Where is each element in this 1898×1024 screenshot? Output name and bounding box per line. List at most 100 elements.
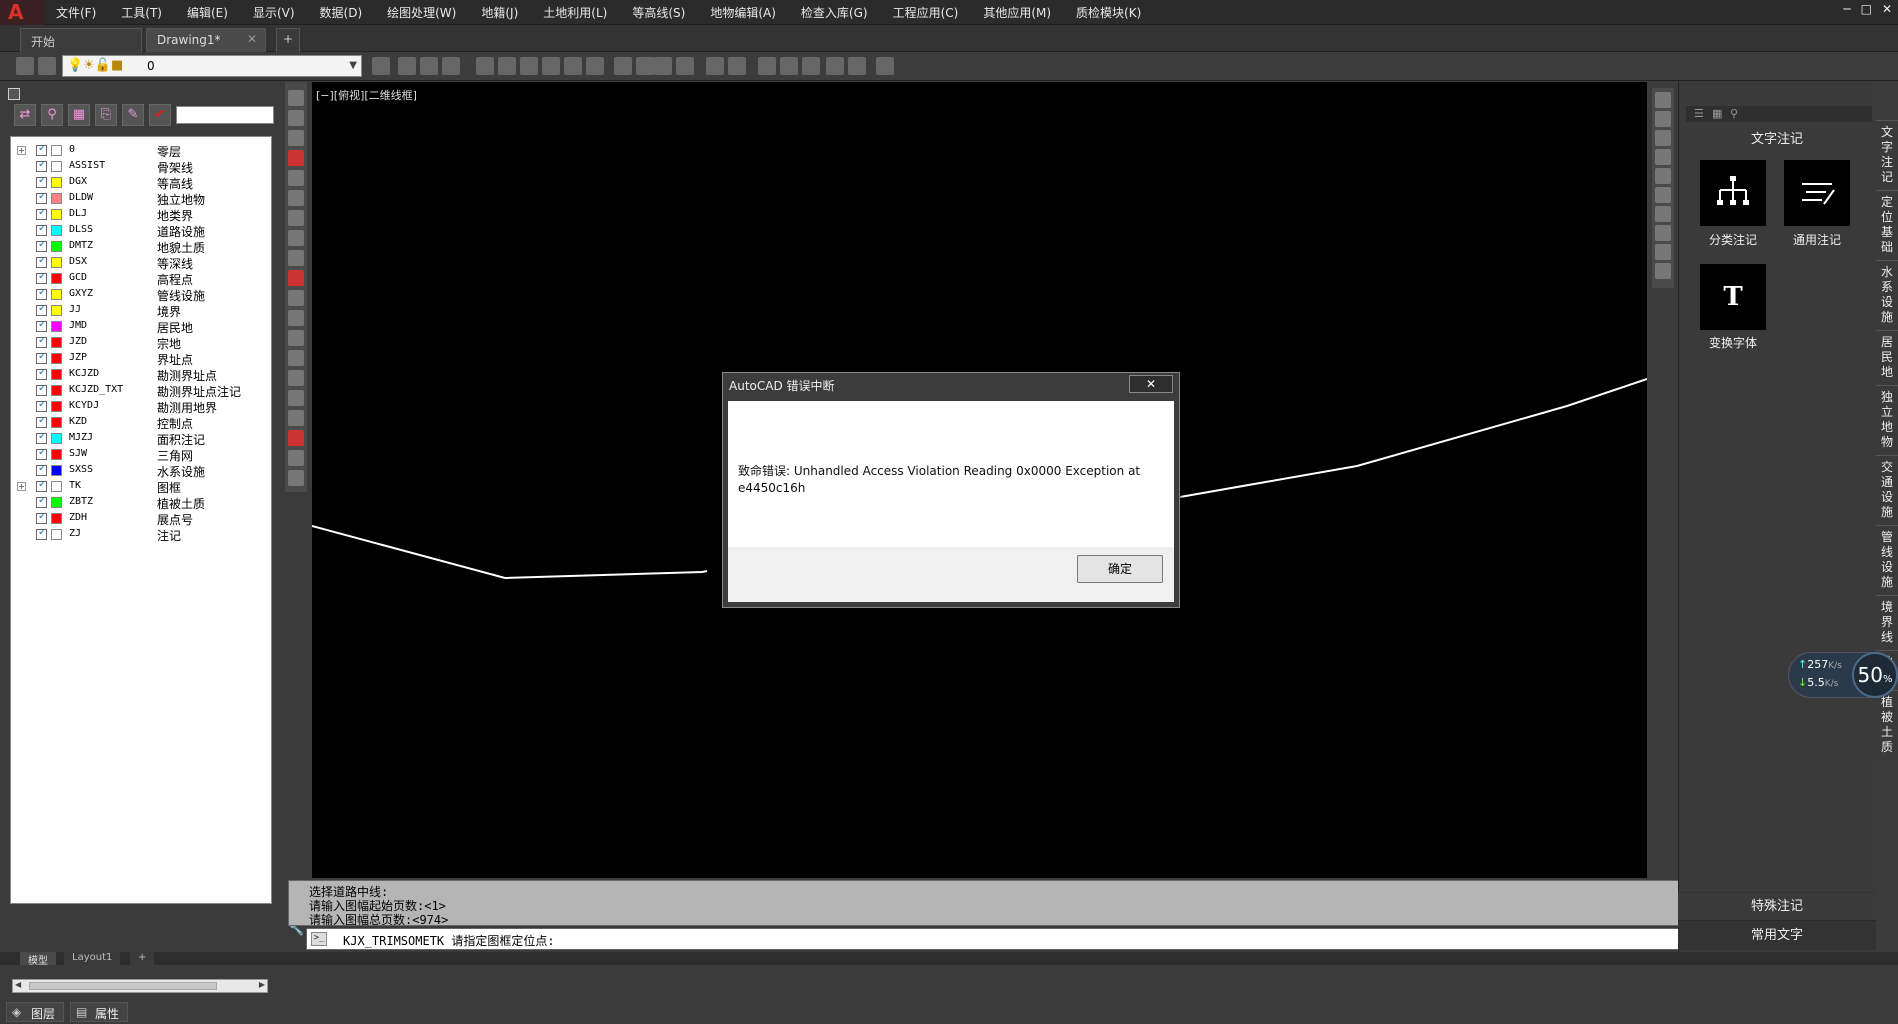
layer-color-swatch[interactable]: [51, 241, 62, 252]
menu-item[interactable]: 检查入库(G): [801, 4, 881, 21]
grid-view-icon[interactable]: ▦: [1712, 107, 1722, 120]
tab-drawing1[interactable]: Drawing1* ✕: [146, 28, 266, 52]
layer-visibility-checkbox[interactable]: [36, 255, 47, 268]
list-view-icon[interactable]: ☰: [1694, 107, 1704, 120]
tab-start[interactable]: 开始: [20, 28, 142, 52]
layer-row[interactable]: SXSS 水系设施: [11, 463, 271, 479]
layer-row[interactable]: MJZJ 面积注记: [11, 431, 271, 447]
menu-item[interactable]: 文件(F): [56, 4, 109, 21]
menu-item[interactable]: 工具(T): [121, 4, 175, 21]
palette-tab[interactable]: 管线设施: [1876, 525, 1898, 590]
layer-visibility-checkbox[interactable]: [36, 303, 47, 316]
layer-row[interactable]: GCD 高程点: [11, 271, 271, 287]
restore-button[interactable]: □: [1861, 2, 1872, 16]
layer-visibility-checkbox[interactable]: [36, 319, 47, 332]
layer-visibility-checkbox[interactable]: [36, 511, 47, 524]
layer-color-swatch[interactable]: [51, 353, 62, 364]
vertical-tool-button[interactable]: [288, 350, 304, 366]
layer-row[interactable]: DSX 等深线: [11, 255, 271, 271]
right-tool-button[interactable]: [1655, 168, 1671, 184]
layer-visibility-checkbox[interactable]: [36, 239, 47, 252]
special-annotation-button[interactable]: 特殊注记: [1678, 892, 1876, 920]
right-tool-button[interactable]: [1655, 111, 1671, 127]
properties-icon[interactable]: [706, 57, 724, 75]
close-window-button[interactable]: ✕: [1882, 2, 1892, 16]
layer-visibility-checkbox[interactable]: [36, 191, 47, 204]
right-tool-button[interactable]: [1655, 225, 1671, 241]
layer-search-input[interactable]: [176, 106, 274, 124]
zoom-window-icon[interactable]: [520, 57, 538, 75]
layer-row[interactable]: KCJZD_TXT 勘测界址点注记: [11, 383, 271, 399]
vertical-tool-button[interactable]: [288, 330, 304, 346]
layer-visibility-checkbox[interactable]: [36, 271, 47, 284]
match-props-icon[interactable]: [372, 57, 390, 75]
zoom-extents-icon[interactable]: [542, 57, 560, 75]
layer-visibility-checkbox[interactable]: [36, 415, 47, 428]
command-input[interactable]: >_ KJX_TRIMSOMETK 请指定图框定位点:: [306, 928, 1680, 950]
design-center-icon[interactable]: [728, 57, 746, 75]
layer-color-swatch[interactable]: [51, 449, 62, 460]
vertical-tool-button[interactable]: [288, 390, 304, 406]
open-icon[interactable]: [420, 57, 438, 75]
pan-icon[interactable]: [476, 57, 494, 75]
layer-edit-icon[interactable]: ✎: [122, 104, 144, 126]
layer-row[interactable]: DMTZ 地貌土质: [11, 239, 271, 255]
layer-visibility-checkbox[interactable]: [36, 431, 47, 444]
layer-row[interactable]: DLDW 独立地物: [11, 191, 271, 207]
app-logo-button[interactable]: A: [0, 0, 44, 25]
measure-icon[interactable]: [758, 57, 776, 75]
layer-visibility-checkbox[interactable]: [36, 287, 47, 300]
layer-visibility-checkbox[interactable]: [36, 447, 47, 460]
layer-manager-icon[interactable]: [16, 57, 34, 75]
layer-visibility-checkbox[interactable]: [36, 399, 47, 412]
add-layout-button[interactable]: +: [130, 952, 155, 965]
menu-item[interactable]: 等高线(S): [632, 4, 698, 21]
copy-icon[interactable]: [802, 57, 820, 75]
tab-properties[interactable]: ▤ 属性: [70, 1002, 129, 1022]
palette-tab[interactable]: 境界线: [1876, 595, 1898, 645]
right-tool-button[interactable]: [1655, 263, 1671, 279]
layer-visibility-checkbox[interactable]: [36, 463, 47, 476]
layer-color-swatch[interactable]: [51, 481, 62, 492]
layer-states-icon[interactable]: [38, 57, 56, 75]
menu-item[interactable]: 其他应用(M): [983, 4, 1064, 21]
layer-row[interactable]: KCYDJ 勘测用地界: [11, 399, 271, 415]
layer-visibility-checkbox[interactable]: [36, 223, 47, 236]
layer-color-swatch[interactable]: [51, 273, 62, 284]
menu-item[interactable]: 显示(V): [253, 4, 308, 21]
vertical-tool-button[interactable]: [288, 190, 304, 206]
expand-icon[interactable]: +: [17, 146, 26, 155]
layer-row[interactable]: KZD 控制点: [11, 415, 271, 431]
vertical-tool-button[interactable]: [288, 230, 304, 246]
layer-visibility-checkbox[interactable]: [36, 335, 47, 348]
tab-layout1[interactable]: Layout1: [64, 952, 121, 965]
layer-visibility-checkbox[interactable]: [36, 175, 47, 188]
layer-visibility-checkbox[interactable]: [36, 527, 47, 540]
redo-icon[interactable]: [654, 57, 672, 75]
vertical-tool-button[interactable]: [288, 430, 304, 446]
command-prompt-icon[interactable]: >_: [311, 932, 327, 946]
layer-color-swatch[interactable]: [51, 433, 62, 444]
tab-model[interactable]: 模型: [20, 952, 56, 967]
vertical-tool-button[interactable]: [288, 450, 304, 466]
tab-layers[interactable]: ◈ 图层: [6, 1002, 65, 1022]
right-tool-button[interactable]: [1655, 130, 1671, 146]
layer-row[interactable]: ZDH 展点号: [11, 511, 271, 527]
vertical-tool-button[interactable]: [288, 410, 304, 426]
vertical-tool-button[interactable]: [288, 270, 304, 286]
layer-visibility-checkbox[interactable]: [36, 367, 47, 380]
layer-visibility-checkbox[interactable]: [36, 351, 47, 364]
layer-row[interactable]: JMD 居民地: [11, 319, 271, 335]
layer-row[interactable]: ASSIST 骨架线: [11, 159, 271, 175]
layer-color-swatch[interactable]: [51, 209, 62, 220]
right-tool-button[interactable]: [1655, 92, 1671, 108]
layer-color-swatch[interactable]: [51, 289, 62, 300]
palette-tab[interactable]: 交通设施: [1876, 455, 1898, 520]
vertical-tool-button[interactable]: [288, 90, 304, 106]
vertical-tool-button[interactable]: [288, 150, 304, 166]
undo-dropdown-icon[interactable]: [636, 57, 654, 75]
layer-row[interactable]: KCJZD 勘测界址点: [11, 367, 271, 383]
layer-row[interactable]: SJW 三角网: [11, 447, 271, 463]
layer-color-swatch[interactable]: [51, 193, 62, 204]
menu-item[interactable]: 工程应用(C): [893, 4, 972, 21]
